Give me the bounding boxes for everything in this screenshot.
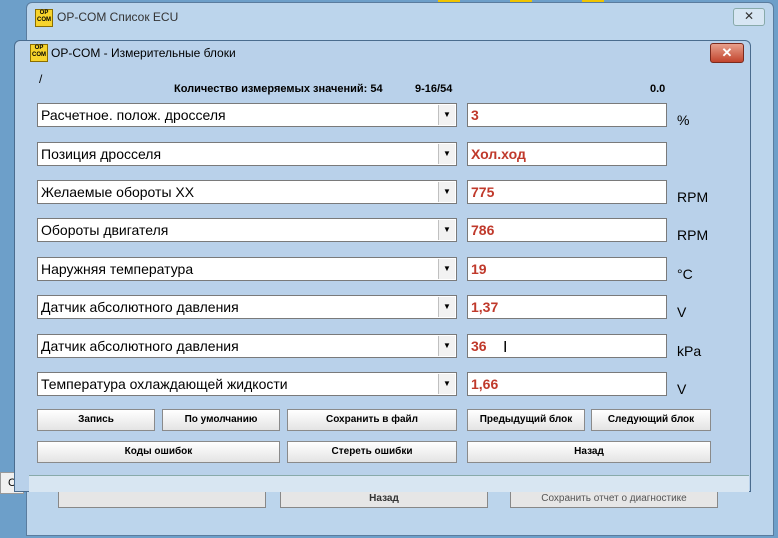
value-text: Хол.ход <box>471 146 526 162</box>
value-field: 1,37 <box>467 295 667 319</box>
dropdown-arrow-icon[interactable]: ▼ <box>438 105 455 125</box>
background-close-button[interactable]: ✕ <box>733 8 765 26</box>
measurement-row: Обороты двигателя ▼ 786 RPM <box>37 218 737 244</box>
dropdown-arrow-icon[interactable]: ▼ <box>438 374 455 394</box>
measurement-row: Расчетное. полож. дросселя ▼ 3 % <box>37 103 737 129</box>
value-field: 775 <box>467 180 667 204</box>
value-text: 1,66 <box>471 376 499 392</box>
unit-label: RPM <box>677 189 709 205</box>
parameter-label: Датчик абсолютного давления <box>41 299 239 315</box>
unit-label: V <box>677 381 687 397</box>
parameter-select[interactable]: Обороты двигателя ▼ <box>37 218 457 242</box>
parameter-select[interactable]: Датчик абсолютного давления ▼ <box>37 334 457 358</box>
unit-label: RPM <box>677 227 709 243</box>
value-field: Хол.ход <box>467 142 667 166</box>
parameter-label: Температура охлаждающей жидкости <box>41 376 288 392</box>
previous-block-button[interactable]: Предыдущий блок <box>467 409 585 431</box>
save-to-file-button[interactable]: Сохранить в файл <box>287 409 457 431</box>
measurement-row: Позиция дросселя ▼ Хол.ход <box>37 142 737 168</box>
dropdown-arrow-icon[interactable]: ▼ <box>438 220 455 240</box>
unit-label: V <box>677 304 687 320</box>
close-button[interactable]: ✕ <box>710 43 744 63</box>
main-titlebar: OP COM OP-COM - Измерительные блоки ✕ <box>15 41 750 65</box>
dropdown-arrow-icon[interactable]: ▼ <box>438 297 455 317</box>
measured-values-count: Количество измеряемых значений: 54 <box>174 83 383 95</box>
error-codes-button[interactable]: Коды ошибок <box>37 441 280 463</box>
value-text: 775 <box>471 184 495 200</box>
background-titlebar: OP COM OP-COM Список ECU ✕ <box>27 3 773 31</box>
block-range: 9-16/54 <box>415 83 453 95</box>
measurement-panel: / Количество измеряемых значений: 54 9-1… <box>29 65 737 465</box>
background-window-title: OP-COM Список ECU <box>57 10 179 24</box>
opcom-logo-icon: OP COM <box>35 9 53 27</box>
value-field: 3 <box>467 103 667 127</box>
parameter-select[interactable]: Датчик абсолютного давления ▼ <box>37 295 457 319</box>
measurement-row: Датчик абсолютного давления ▼ 1,37 V <box>37 295 737 321</box>
dropdown-arrow-icon[interactable]: ▼ <box>438 144 455 164</box>
dropdown-arrow-icon[interactable]: ▼ <box>438 182 455 202</box>
unit-label: °C <box>677 266 693 282</box>
parameter-select[interactable]: Температура охлаждающей жидкости ▼ <box>37 372 457 396</box>
background-back-button[interactable]: Назад <box>280 490 488 508</box>
measurement-row: Наружняя температура ▼ 19 °C <box>37 257 737 283</box>
parameter-select[interactable]: Расчетное. полож. дросселя ▼ <box>37 103 457 127</box>
parameter-label: Позиция дросселя <box>41 146 162 162</box>
parameter-label: Расчетное. полож. дросселя <box>41 107 226 123</box>
unit-label: kPa <box>677 343 702 359</box>
unit-label: % <box>677 112 690 128</box>
background-save-report-button[interactable]: Сохранить отчет о диагностике <box>510 490 718 508</box>
value-text: 3 <box>471 107 479 123</box>
parameter-select[interactable]: Наружняя температура ▼ <box>37 257 457 281</box>
default-button[interactable]: По умолчанию <box>162 409 280 431</box>
next-block-button[interactable]: Следующий блок <box>591 409 711 431</box>
value-text: 786 <box>471 222 495 238</box>
parameter-label: Желаемые обороты ХХ <box>41 184 195 200</box>
value-text: 1,37 <box>471 299 499 315</box>
background-button-1[interactable] <box>58 490 266 508</box>
value-field: 786 <box>467 218 667 242</box>
parameter-label: Датчик абсолютного давления <box>41 338 239 354</box>
opcom-logo-icon: OP COM <box>30 44 48 62</box>
parameter-select[interactable]: Желаемые обороты ХХ ▼ <box>37 180 457 204</box>
path-label: / <box>39 72 43 86</box>
header-right-value: 0.0 <box>650 83 666 95</box>
parameter-label: Обороты двигателя <box>41 222 169 238</box>
measurement-blocks-window: OP COM OP-COM - Измерительные блоки ✕ / К… <box>14 40 751 492</box>
back-button[interactable]: Назад <box>467 441 711 463</box>
dropdown-arrow-icon[interactable]: ▼ <box>438 336 455 356</box>
measurement-row: Температура охлаждающей жидкости ▼ 1,66 … <box>37 372 737 398</box>
clear-errors-button[interactable]: Стереть ошибки <box>287 441 457 463</box>
value-text: 19 <box>471 261 487 277</box>
value-field: 36 <box>467 334 667 358</box>
main-window-title: OP-COM - Измерительные блоки <box>51 46 236 60</box>
record-button[interactable]: Запись <box>37 409 155 431</box>
text-cursor-icon: I <box>503 339 508 356</box>
status-strip <box>29 475 749 492</box>
parameter-label: Наружняя температура <box>41 261 194 277</box>
dropdown-arrow-icon[interactable]: ▼ <box>438 259 455 279</box>
parameter-select[interactable]: Позиция дросселя ▼ <box>37 142 457 166</box>
measurement-row: Датчик абсолютного давления ▼ 36 kPa <box>37 334 737 360</box>
value-field: 19 <box>467 257 667 281</box>
value-field: 1,66 <box>467 372 667 396</box>
value-text: 36 <box>471 338 487 354</box>
measurement-row: Желаемые обороты ХХ ▼ 775 RPM <box>37 180 737 206</box>
